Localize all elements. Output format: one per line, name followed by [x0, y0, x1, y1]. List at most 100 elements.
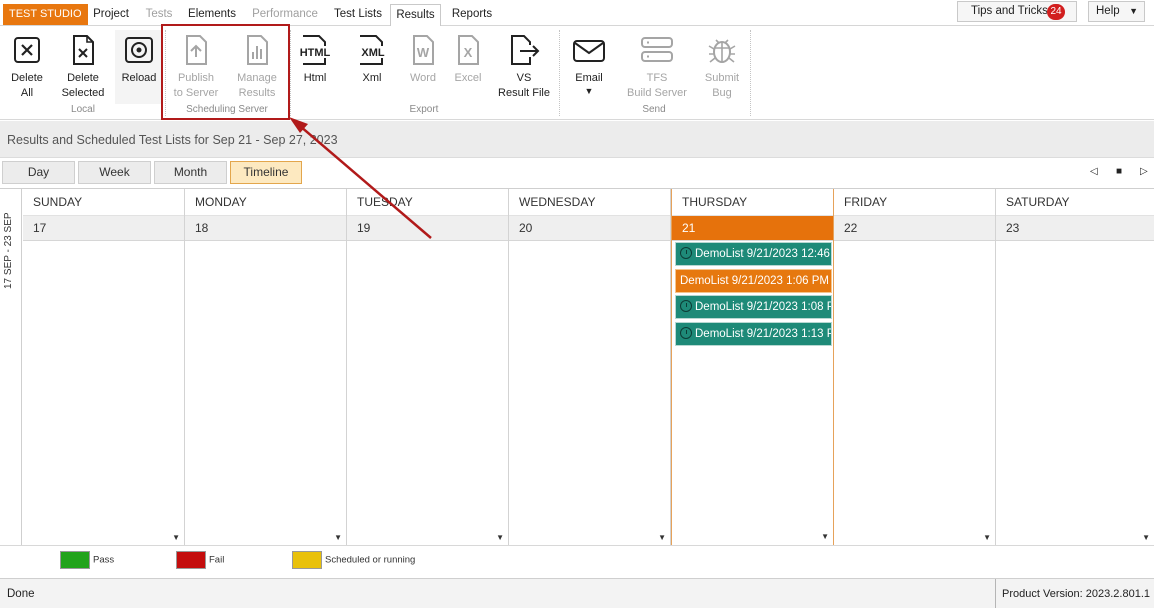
export-vs-result-file-label: VS Result File	[498, 72, 550, 99]
svg-text:HTML: HTML	[300, 47, 331, 59]
next-arrow-icon[interactable]: ▷	[1140, 166, 1148, 177]
email-label: Email	[575, 72, 603, 84]
day-column-saturday[interactable]: SATURDAY 23 ▼	[996, 189, 1154, 546]
tab-results[interactable]: Results	[390, 4, 441, 27]
day-column-thursday[interactable]: THURSDAY 21 DemoList 9/21/2023 12:46 PM …	[671, 189, 834, 546]
tab-performance[interactable]: Performance	[247, 4, 323, 26]
day-number: 23	[996, 216, 1154, 241]
export-word-button[interactable]: W Word	[403, 30, 443, 104]
tab-project[interactable]: Project	[88, 4, 134, 26]
event-label: DemoList 9/21/2023 1:06 PM	[680, 275, 829, 287]
day-number: 22	[834, 216, 995, 241]
tab-reports[interactable]: Reports	[446, 4, 498, 26]
email-envelope-icon	[573, 40, 605, 62]
day-name: SUNDAY	[23, 189, 184, 216]
status-text: Done	[7, 588, 35, 600]
legend-scheduled-label: Scheduled or running	[325, 554, 416, 566]
tfs-build-server-label: TFS Build Server	[627, 72, 687, 99]
export-xml-button[interactable]: XML Xml	[350, 30, 394, 104]
legend-fail-label: Fail	[209, 554, 225, 566]
today-square-icon[interactable]: ■	[1116, 166, 1122, 177]
group-label-export: Export	[409, 104, 439, 115]
legend-fail: Fail	[176, 551, 224, 569]
fail-swatch	[176, 551, 206, 569]
day-number: 20	[509, 216, 670, 241]
expand-caret-icon[interactable]: ▼	[172, 533, 180, 542]
highlight-annotation-box	[161, 24, 290, 120]
tips-count-badge: 24	[1047, 4, 1065, 20]
day-name: TUESDAY	[347, 189, 508, 216]
tfs-build-server-button[interactable]: TFS Build Server	[625, 30, 689, 104]
expand-caret-icon[interactable]: ▼	[496, 533, 504, 542]
status-legend: Pass Fail Scheduled or running	[0, 545, 1154, 577]
view-toolbar: Day Week Month Timeline ◁ ■ ▷	[0, 158, 1154, 188]
results-range-header: Results and Scheduled Test Lists for Sep…	[0, 121, 1154, 158]
excel-file-icon: X	[458, 35, 479, 65]
week-range-text: 17 SEP - 23 SEP	[3, 212, 14, 289]
pass-swatch	[60, 551, 90, 569]
app-brand[interactable]: TEST STUDIO	[3, 4, 88, 25]
expand-caret-icon[interactable]: ▼	[821, 532, 829, 541]
test-run-event[interactable]: DemoList 9/21/2023 1:06 PM	[675, 269, 832, 293]
day-number: 19	[347, 216, 508, 241]
export-word-label: Word	[409, 72, 437, 84]
export-excel-button[interactable]: X Excel	[449, 30, 487, 104]
status-bar: Done Product Version: 2023.2.801.1	[0, 578, 1154, 608]
delete-selected-button[interactable]: Delete Selected	[58, 30, 108, 104]
day-number: 18	[185, 216, 346, 241]
export-html-button[interactable]: HTML Html	[293, 30, 337, 104]
delete-selected-label: Delete Selected	[61, 72, 105, 99]
submit-bug-button[interactable]: Submit Bug	[700, 30, 744, 104]
view-timeline-button[interactable]: Timeline	[230, 161, 302, 184]
day-number-today: 21	[672, 216, 833, 241]
previous-arrow-icon[interactable]: ◁	[1090, 166, 1098, 177]
day-column-friday[interactable]: FRIDAY 22 ▼	[834, 189, 996, 546]
xml-file-icon: XML	[356, 35, 390, 65]
day-column-sunday[interactable]: SUNDAY 17 ▼	[23, 189, 185, 546]
group-divider	[750, 30, 751, 116]
day-name: SATURDAY	[996, 189, 1154, 216]
tab-elements[interactable]: Elements	[184, 4, 240, 26]
view-day-button[interactable]: Day	[2, 161, 75, 184]
submit-bug-label: Submit Bug	[704, 72, 740, 99]
test-run-event[interactable]: DemoList 9/21/2023 1:08 PM	[675, 295, 832, 319]
tab-test-lists[interactable]: Test Lists	[330, 4, 386, 26]
clock-icon	[680, 247, 692, 259]
reload-icon	[125, 37, 153, 63]
reload-button[interactable]: Reload	[115, 30, 163, 104]
view-month-button[interactable]: Month	[154, 161, 227, 184]
export-vs-result-file-button[interactable]: VS Result File	[494, 30, 554, 104]
delete-all-icon	[14, 37, 40, 63]
view-week-button[interactable]: Week	[78, 161, 151, 184]
delete-all-label: Delete All	[11, 72, 43, 99]
help-label: Help	[1096, 5, 1120, 17]
chevron-down-icon: ▼	[1129, 6, 1138, 16]
week-range-label: 17 SEP - 23 SEP	[0, 189, 22, 546]
expand-caret-icon[interactable]: ▼	[983, 533, 991, 542]
vs-export-arrow-icon	[511, 35, 540, 65]
test-run-event[interactable]: DemoList 9/21/2023 12:46 PM	[675, 242, 832, 266]
group-label-send: Send	[642, 104, 666, 115]
delete-all-button[interactable]: Delete All	[3, 30, 51, 104]
expand-caret-icon[interactable]: ▼	[1142, 533, 1150, 542]
email-dropdown-button[interactable]: Email ▼	[566, 30, 612, 104]
svg-text:X: X	[464, 45, 473, 60]
tab-tests[interactable]: Tests	[141, 4, 177, 26]
html-file-icon: HTML	[296, 35, 334, 65]
expand-caret-icon[interactable]: ▼	[658, 533, 666, 542]
tips-and-tricks-button[interactable]: Tips and Tricks 24	[957, 1, 1077, 22]
expand-caret-icon[interactable]: ▼	[334, 533, 342, 542]
results-range-title: Results and Scheduled Test Lists for Sep…	[7, 133, 338, 147]
event-label: DemoList 9/21/2023 1:08 PM	[695, 301, 832, 313]
test-run-event[interactable]: DemoList 9/21/2023 1:13 PM	[675, 322, 832, 346]
legend-pass-label: Pass	[93, 554, 115, 566]
main-tab-bar: TEST STUDIO Project Tests Elements Perfo…	[0, 0, 1154, 27]
day-column-monday[interactable]: MONDAY 18 ▼	[185, 189, 347, 546]
day-number: 17	[23, 216, 184, 241]
event-label: DemoList 9/21/2023 12:46 PM	[695, 248, 831, 260]
help-dropdown[interactable]: Help ▼	[1088, 1, 1145, 22]
scheduled-swatch	[292, 551, 322, 569]
day-column-tuesday[interactable]: TUESDAY 19 ▼	[347, 189, 509, 546]
reload-label: Reload	[121, 72, 157, 84]
day-column-wednesday[interactable]: WEDNESDAY 20 ▼	[509, 189, 671, 546]
